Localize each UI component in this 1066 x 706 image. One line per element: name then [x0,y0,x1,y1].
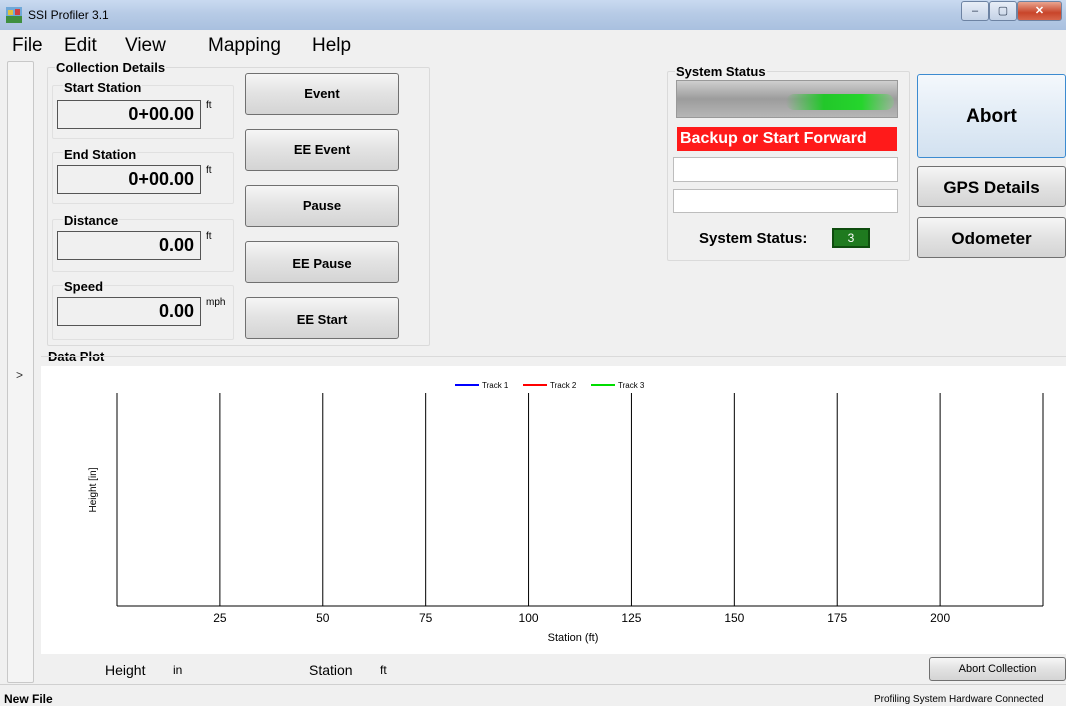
x-tick-label: 200 [930,611,950,625]
speed-unit: mph [206,297,226,308]
end-station-label: End Station [63,147,138,162]
abort-collection-button[interactable]: Abort Collection [929,657,1066,681]
end-station-value: 0+00.00 [57,165,201,194]
close-button[interactable]: ✕ [1017,1,1062,21]
menu-edit[interactable]: Edit [64,35,97,57]
station-readout-unit: ft [380,663,387,677]
collection-details-title: Collection Details [55,60,167,75]
x-tick-label: 50 [316,611,330,625]
readout-row [41,654,1066,684]
status-indicator-glow [786,94,894,110]
minimize-button[interactable]: – [961,1,989,21]
legend-label-2: Track 2 [550,381,577,390]
x-tick-label: 100 [519,611,539,625]
distance-label: Distance [63,213,120,228]
menu-file[interactable]: File [12,35,43,57]
system-status-count: 3 [832,228,870,248]
start-station-value: 0+00.00 [57,100,201,129]
window-title: SSI Profiler 3.1 [28,8,109,22]
hardware-status: Profiling System Hardware Connected [874,694,1044,705]
menu-view[interactable]: View [125,35,166,57]
distance-unit: ft [206,231,212,242]
menu-help[interactable]: Help [312,35,351,57]
end-station-unit: ft [206,165,212,176]
legend-label-3: Track 3 [618,381,645,390]
station-readout-label: Station [309,662,353,678]
x-tick-label: 75 [419,611,433,625]
x-axis-label: Station (ft) [548,632,599,644]
ee-pause-button[interactable]: EE Pause [245,241,399,283]
abort-button[interactable]: Abort [917,74,1066,158]
status-message: Backup or Start Forward [677,127,897,151]
system-status-count-label: System Status: [699,230,808,247]
distance-value: 0.00 [57,231,201,260]
title-bar [0,0,1066,31]
ee-event-button[interactable]: EE Event [245,129,399,171]
gps-details-button[interactable]: GPS Details [917,166,1066,207]
x-tick-label: 25 [213,611,227,625]
speed-label: Speed [63,279,105,294]
maximize-button[interactable]: ▢ [989,1,1017,21]
ee-start-button[interactable]: EE Start [245,297,399,339]
data-plot-group-border [41,356,1066,357]
height-readout-label: Height [105,662,146,678]
x-tick-label: 150 [724,611,744,625]
height-readout-unit: in [173,663,183,677]
speed-value: 0.00 [57,297,201,326]
start-station-unit: ft [206,100,212,111]
menu-mapping[interactable]: Mapping [208,35,281,57]
x-tick-label: 175 [827,611,847,625]
odometer-button[interactable]: Odometer [917,217,1066,258]
app-icon [6,7,22,23]
x-tick-label: 125 [621,611,641,625]
legend-label-1: Track 1 [482,381,509,390]
y-axis-label: Height [in] [88,467,99,512]
pause-button[interactable]: Pause [245,185,399,227]
expand-arrow-icon[interactable]: > [7,368,32,382]
system-status-title: System Status [675,64,767,79]
data-plot-chart: 25 50 75 100 125 150 175 200 Station (ft) Heigh… [88,381,1044,644]
event-button[interactable]: Event [245,73,399,115]
start-station-label: Start Station [63,80,143,95]
status-field-1 [673,157,898,182]
status-field-2 [673,189,898,213]
